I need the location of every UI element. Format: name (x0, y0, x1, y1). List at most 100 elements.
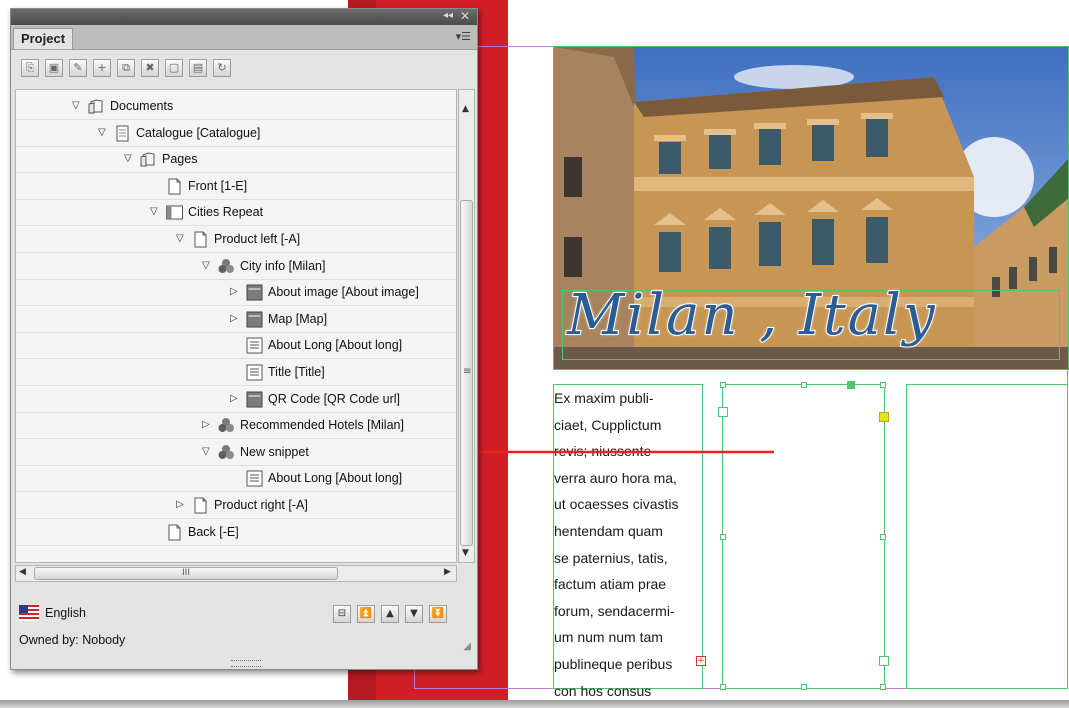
scroll-right-icon[interactable]: ▶ (444, 567, 451, 577)
add-icon[interactable]: + (93, 59, 111, 77)
owner-label: Owned by: Nobody (19, 633, 126, 647)
image-frame-icon (246, 311, 263, 328)
tree-row[interactable]: ▷ Recommended Hotels [Milan] (16, 413, 456, 440)
refresh-icon[interactable]: ↻ (213, 59, 231, 77)
body-line: verra auro hora ma, (554, 469, 677, 486)
tree-row-label: Map [Map] (268, 311, 328, 326)
panel-toolbar: ⎘ ▣ ✎ + ⧉ ✖ ▢ ▤ ↻ (11, 50, 477, 88)
horizontal-scrollbar[interactable]: ◀ III ▶ (15, 565, 457, 582)
vertical-scrollbar[interactable]: ▲ ≡ ▼ (458, 89, 475, 563)
tree-row[interactable]: ▷ QR Code [QR Code url] (16, 387, 456, 413)
body-line: se paternius, tatis, (554, 549, 668, 566)
expand-toggle-icon[interactable]: ▷ (230, 393, 238, 404)
tree-row[interactable]: ▷ About image [About image] (16, 280, 456, 307)
tree-row[interactable]: ▽ Product left [-A] (16, 227, 456, 253)
resize-corner-icon[interactable]: ◢ (463, 641, 471, 652)
resize-handle[interactable] (720, 382, 726, 388)
collapse-toggle-icon[interactable]: ▽ (98, 127, 106, 138)
tree-row[interactable]: Front [1-E] (16, 174, 456, 200)
tree-row-label: Back [-E] (188, 524, 239, 539)
tree-row[interactable]: ▷ Map [Map] (16, 307, 456, 333)
tree-row[interactable]: ▽ Catalogue [Catalogue] (16, 121, 456, 147)
tree-view-icon[interactable]: ⊟ (333, 605, 351, 623)
resize-handle[interactable] (720, 684, 726, 690)
expand-toggle-icon[interactable]: ▷ (176, 499, 184, 510)
expand-toggle-icon[interactable]: ▷ (230, 313, 238, 324)
expand-toggle-icon[interactable]: ▷ (202, 419, 210, 430)
language-label[interactable]: English (45, 606, 86, 620)
tree-row[interactable]: Title [Title] (16, 360, 456, 386)
collapse-toggle-icon[interactable]: ▽ (72, 100, 80, 111)
text-frame-icon (246, 364, 263, 381)
body-line: publineque peribus (554, 655, 673, 672)
resize-handle[interactable] (880, 534, 886, 540)
tree-row-label: Recommended Hotels [Milan] (240, 418, 404, 433)
preview-icon[interactable]: ▤ (189, 59, 207, 77)
panel-resize-grip[interactable] (231, 660, 261, 667)
corner-handle[interactable] (879, 656, 889, 666)
open-icon[interactable]: ⎘ (21, 59, 39, 77)
selected-frame[interactable] (718, 381, 889, 690)
tree-row[interactable]: ▽ Documents (16, 94, 456, 120)
move-down-icon[interactable]: ▼ (405, 605, 423, 623)
resize-handle[interactable] (801, 382, 807, 388)
horizontal-scroll-thumb[interactable]: III (34, 567, 338, 580)
close-icon[interactable]: ✕ (460, 9, 470, 23)
tree-row[interactable]: About Long [About long] (16, 333, 456, 360)
city-title: Milan , Italy (566, 282, 937, 349)
move-bottom-icon[interactable]: ⏬ (429, 605, 447, 623)
duplicate-icon[interactable]: ⧉ (117, 59, 135, 77)
project-tree: ▽ Documents ▽ Catalogue [Catalogue] ▽ Pages Fr… (15, 89, 457, 563)
corner-handle[interactable] (718, 407, 728, 417)
collapse-toggle-icon[interactable]: ▽ (124, 153, 132, 164)
panel-title-bar[interactable]: ◂◂ ✕ (11, 9, 477, 25)
tree-row[interactable]: ▽ New snippet (16, 440, 456, 466)
save-icon[interactable]: ▣ (45, 59, 63, 77)
about-long-text-frame[interactable]: Ex maxim publi- ciaet, Cupplictum revis;… (553, 384, 703, 699)
body-text: Ex maxim publi- ciaet, Cupplictum revis;… (554, 385, 704, 704)
body-line: Ex maxim publi- (554, 390, 654, 406)
overset-text-icon[interactable]: + (696, 656, 706, 666)
scroll-grip-icon: ≡ (463, 366, 472, 377)
collapse-toggle-icon[interactable]: ▽ (202, 260, 210, 271)
tree-row-label: About image [About image] (268, 285, 419, 300)
panel-menu-icon[interactable]: ▾☰ (456, 30, 471, 43)
tree-row[interactable]: About Long [About long] (16, 466, 456, 493)
tree-row[interactable]: ▽ Cities Repeat (16, 200, 456, 227)
check-in-icon[interactable]: ✎ (69, 59, 87, 77)
collapse-toggle-icon[interactable]: ▽ (202, 446, 210, 457)
tree-row[interactable]: ▽ City info [Milan] (16, 254, 456, 280)
tree-row[interactable]: Back [-E] (16, 520, 456, 546)
title-text-frame[interactable]: Milan , Italy (562, 282, 1060, 360)
resize-handle[interactable] (801, 684, 807, 690)
new-document-icon[interactable]: ▢ (165, 59, 183, 77)
scroll-down-icon[interactable]: ▼ (462, 548, 469, 558)
scroll-up-icon[interactable]: ▲ (462, 104, 469, 114)
content-grabber-handle[interactable] (879, 412, 889, 422)
tab-project[interactable]: Project (13, 28, 73, 49)
empty-frame[interactable] (906, 384, 1068, 689)
repeat-icon (166, 204, 183, 221)
folder-icon (140, 151, 157, 168)
tree-row-label: Pages (162, 152, 198, 167)
collapse-panel-icon[interactable]: ◂◂ (443, 10, 453, 21)
text-frame-icon (246, 470, 263, 487)
resize-handle[interactable] (880, 684, 886, 690)
collapse-toggle-icon[interactable]: ▽ (150, 206, 158, 217)
resize-handle[interactable] (720, 534, 726, 540)
tree-row[interactable]: ▽ Pages (16, 147, 456, 174)
delete-icon[interactable]: ✖ (141, 59, 159, 77)
move-up-icon[interactable]: ▲ (381, 605, 399, 623)
tree-row[interactable]: ▷ Product right [-A] (16, 493, 456, 519)
anchor-handle[interactable] (847, 381, 855, 389)
scroll-left-icon[interactable]: ◀ (19, 567, 26, 577)
resize-handle[interactable] (880, 382, 886, 388)
snippet-icon (218, 417, 235, 434)
collapse-toggle-icon[interactable]: ▽ (176, 233, 184, 244)
move-top-icon[interactable]: ⏫ (357, 605, 375, 623)
tree-row-label: New snippet (240, 444, 309, 459)
panel-tab-bar: Project ▾☰ (11, 25, 477, 50)
tree-row-label: About Long [About long] (268, 471, 403, 486)
body-line: um num num tam (554, 629, 663, 646)
expand-toggle-icon[interactable]: ▷ (230, 286, 238, 297)
